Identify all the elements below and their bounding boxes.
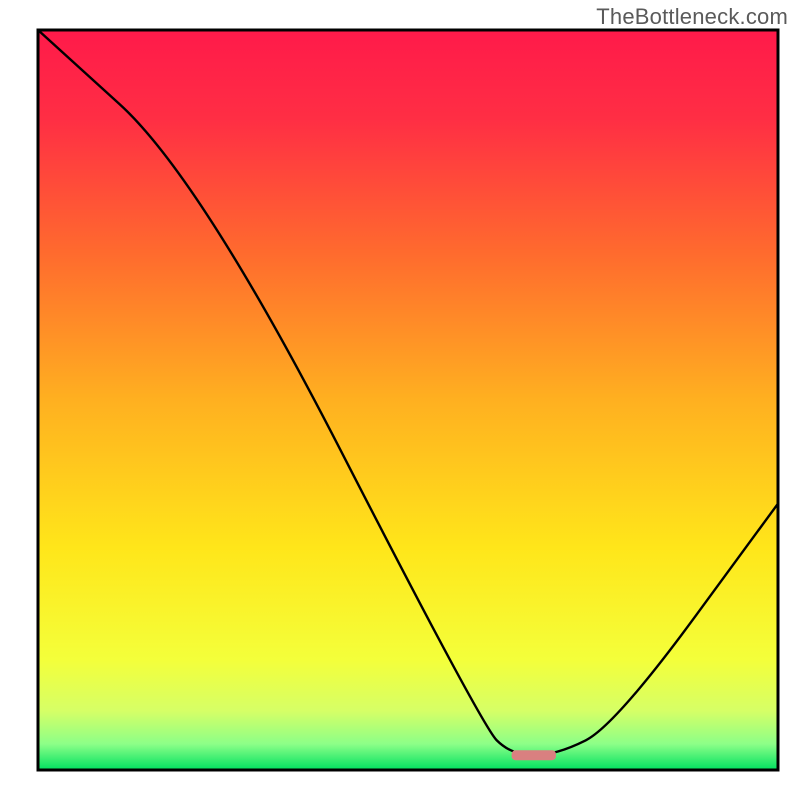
bottleneck-chart — [0, 0, 800, 800]
chart-container: TheBottleneck.com — [0, 0, 800, 800]
optimal-marker — [512, 750, 556, 760]
watermark-text: TheBottleneck.com — [596, 4, 788, 30]
gradient-background — [38, 30, 778, 770]
